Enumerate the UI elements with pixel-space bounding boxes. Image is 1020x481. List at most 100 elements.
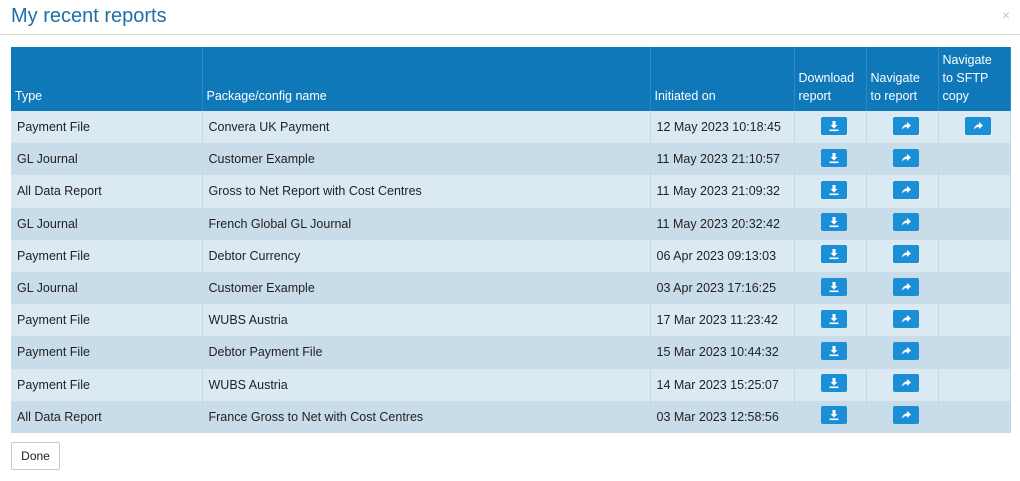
cell-type: Payment File bbox=[11, 368, 203, 401]
cell-download bbox=[794, 111, 867, 144]
cell-download bbox=[794, 207, 867, 240]
dialog-title: My recent reports bbox=[11, 5, 167, 27]
download-button[interactable] bbox=[820, 406, 847, 425]
column-header-initiated: Initiated on bbox=[650, 47, 795, 111]
download-button[interactable] bbox=[820, 148, 847, 167]
cell-sftp bbox=[938, 304, 1011, 337]
cell-type: All Data Report bbox=[11, 400, 203, 433]
table-row: Payment File Debtor Payment File 15 Mar 20… bbox=[11, 336, 1011, 369]
cell-package: French Global GL Journal bbox=[202, 207, 651, 240]
column-header-type: Type bbox=[11, 47, 203, 111]
done-button[interactable]: Done bbox=[11, 442, 60, 470]
cell-navigate bbox=[866, 368, 939, 401]
cell-navigate bbox=[866, 400, 939, 433]
column-header-navigate: Navigate to report bbox=[866, 47, 939, 111]
cell-initiated: 11 May 2023 21:09:32 bbox=[650, 175, 795, 208]
cell-sftp bbox=[938, 111, 1011, 144]
cell-type: Payment File bbox=[11, 111, 203, 144]
table-header-row: Type Package/config name Initiated on Do… bbox=[11, 47, 1011, 111]
navigate-to-report-button[interactable] bbox=[892, 180, 919, 199]
cell-navigate bbox=[866, 111, 939, 144]
cell-download bbox=[794, 271, 867, 305]
column-header-package: Package/config name bbox=[202, 47, 651, 111]
cell-navigate bbox=[866, 207, 939, 240]
table-row: Payment File WUBS Austria 14 Mar 2023 15:2… bbox=[11, 368, 1011, 401]
cell-initiated: 11 May 2023 21:10:57 bbox=[650, 143, 795, 176]
cell-sftp bbox=[938, 175, 1011, 208]
navigate-to-report-button[interactable] bbox=[892, 116, 919, 135]
cell-type: GL Journal bbox=[11, 271, 203, 305]
cell-initiated: 12 May 2023 10:18:45 bbox=[650, 111, 795, 144]
navigate-to-report-button[interactable] bbox=[892, 341, 919, 360]
cell-initiated: 03 Apr 2023 17:16:25 bbox=[650, 271, 795, 305]
table-row: Payment File Debtor Currency 06 Apr 2023 0… bbox=[11, 239, 1011, 272]
cell-type: GL Journal bbox=[11, 143, 203, 176]
cell-navigate bbox=[866, 239, 939, 272]
cell-type: All Data Report bbox=[11, 175, 203, 208]
cell-sftp bbox=[938, 207, 1011, 240]
cell-type: GL Journal bbox=[11, 207, 203, 240]
navigate-to-report-button[interactable] bbox=[892, 245, 919, 264]
table-row: All Data Report Gross to Net Report with … bbox=[11, 175, 1011, 208]
table-row: All Data Report France Gross to Net with … bbox=[11, 400, 1011, 433]
cell-download bbox=[794, 175, 867, 208]
cell-package: France Gross to Net with Cost Centres bbox=[202, 400, 651, 433]
download-button[interactable] bbox=[820, 277, 847, 296]
cell-package: Debtor Currency bbox=[202, 239, 651, 272]
table-body: Payment File Convera UK Payment 12 May 202… bbox=[11, 111, 1011, 433]
cell-download bbox=[794, 368, 867, 401]
download-button[interactable] bbox=[820, 341, 847, 360]
download-button[interactable] bbox=[820, 180, 847, 199]
cell-package: WUBS Austria bbox=[202, 368, 651, 401]
cell-navigate bbox=[866, 336, 939, 369]
cell-initiated: 17 Mar 2023 11:23:42 bbox=[650, 304, 795, 337]
navigate-to-report-button[interactable] bbox=[892, 406, 919, 425]
cell-sftp bbox=[938, 271, 1011, 305]
navigate-to-report-button[interactable] bbox=[892, 309, 919, 328]
table-row: GL Journal French Global GL Journal 11 May… bbox=[11, 207, 1011, 240]
cell-navigate bbox=[866, 304, 939, 337]
cell-package: Customer Example bbox=[202, 271, 651, 305]
cell-initiated: 03 Mar 2023 12:58:56 bbox=[650, 400, 795, 433]
navigate-to-report-button[interactable] bbox=[892, 148, 919, 167]
download-button[interactable] bbox=[820, 245, 847, 264]
cell-download bbox=[794, 336, 867, 369]
navigate-to-sftp-button[interactable] bbox=[964, 116, 991, 135]
navigate-to-report-button[interactable] bbox=[892, 213, 919, 232]
dialog-header: My recent reports × bbox=[0, 0, 1020, 35]
cell-package: Customer Example bbox=[202, 143, 651, 176]
table-row: Payment File Convera UK Payment 12 May 202… bbox=[11, 111, 1011, 144]
cell-initiated: 14 Mar 2023 15:25:07 bbox=[650, 368, 795, 401]
navigate-to-report-button[interactable] bbox=[892, 374, 919, 393]
cell-download bbox=[794, 239, 867, 272]
table-row: GL Journal Customer Example 03 Apr 2023 17… bbox=[11, 271, 1011, 305]
cell-sftp bbox=[938, 336, 1011, 369]
cell-type: Payment File bbox=[11, 336, 203, 369]
cell-initiated: 11 May 2023 20:32:42 bbox=[650, 207, 795, 240]
close-icon[interactable]: × bbox=[1002, 7, 1010, 23]
column-header-sftp: Navigate to SFTP copy bbox=[938, 47, 1011, 111]
cell-package: Convera UK Payment bbox=[202, 111, 651, 144]
cell-type: Payment File bbox=[11, 239, 203, 272]
cell-package: Debtor Payment File bbox=[202, 336, 651, 369]
cell-package: Gross to Net Report with Cost Centres bbox=[202, 175, 651, 208]
cell-download bbox=[794, 304, 867, 337]
cell-download bbox=[794, 143, 867, 176]
cell-type: Payment File bbox=[11, 304, 203, 337]
cell-download bbox=[794, 400, 867, 433]
reports-table: Type Package/config name Initiated on Do… bbox=[11, 47, 1011, 433]
cell-sftp bbox=[938, 239, 1011, 272]
download-button[interactable] bbox=[820, 374, 847, 393]
cell-package: WUBS Austria bbox=[202, 304, 651, 337]
table-row: Payment File WUBS Austria 17 Mar 2023 11:2… bbox=[11, 304, 1011, 337]
cell-sftp bbox=[938, 368, 1011, 401]
download-button[interactable] bbox=[820, 309, 847, 328]
download-button[interactable] bbox=[820, 213, 847, 232]
cell-initiated: 06 Apr 2023 09:13:03 bbox=[650, 239, 795, 272]
cell-navigate bbox=[866, 271, 939, 305]
column-header-download: Download report bbox=[794, 47, 867, 111]
table-row: GL Journal Customer Example 11 May 2023 21… bbox=[11, 143, 1011, 176]
cell-sftp bbox=[938, 400, 1011, 433]
navigate-to-report-button[interactable] bbox=[892, 277, 919, 296]
download-button[interactable] bbox=[820, 116, 847, 135]
